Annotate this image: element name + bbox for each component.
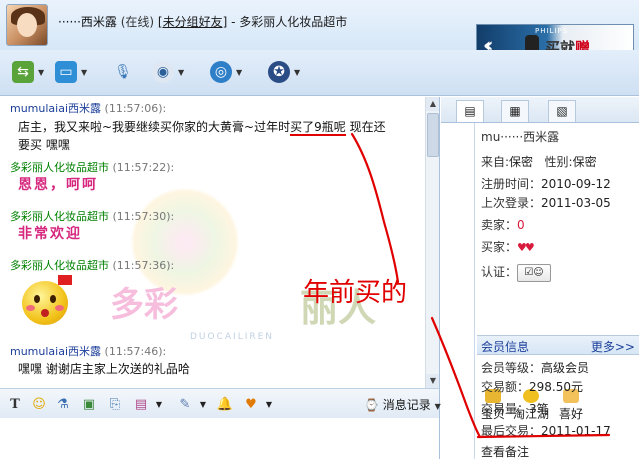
last-trade: 最后交易：2011-01-17 — [481, 424, 611, 438]
report-button[interactable]: ✪ ▼ — [268, 60, 300, 84]
remote-assist-button[interactable]: ◎ ▼ — [210, 60, 242, 84]
remote-icon: ◎ — [210, 61, 232, 83]
tab-goods[interactable]: ▧ — [548, 100, 576, 122]
image-icon[interactable]: ▣ — [80, 396, 98, 414]
message-header: mumulaiai西米露 (11:57:46): — [10, 345, 167, 358]
underlined-phrase: 买了9瓶呢 — [290, 120, 346, 136]
tab-orders[interactable]: ▦ — [501, 100, 529, 122]
window-title: ······西米露 (在线) [未分组好友] - 多彩丽人化妆品超市 — [58, 13, 347, 30]
chevron-down-icon[interactable]: ▼ — [150, 396, 168, 414]
chat-transcript[interactable]: 多彩 丽人 DUOCAILIREN mumulaiai西米露 (11:57:06… — [0, 97, 440, 388]
message-header: 多彩丽人化妆品超市 (11:57:36): — [10, 259, 175, 272]
police-icon: ✪ — [268, 61, 290, 83]
message-text: 店主，我又来啦~我要继续买你家的大黄膏~过年时买了9瓶呢 现在还 要买 嘿嘿 — [18, 120, 386, 152]
message-text: 嘿嘿 谢谢店主家上次送的礼品哈 — [18, 362, 190, 376]
profile-card-icon: ▤ — [464, 104, 476, 118]
input-toolbar: T ☺ ⚗ ▣ ⎘ ▤ ▼ ✎ ▼ 🔔 ♥ ▼ ⌚ 消息记录 ▼ — [0, 388, 441, 418]
profile-from: 来自:保密 性别:保密 — [481, 155, 597, 169]
profile-buyer: 买家：♥♥ — [481, 240, 535, 254]
history-icon: ⌚ — [364, 398, 379, 412]
chevron-down-icon[interactable]: ▼ — [178, 68, 184, 77]
chevron-down-icon[interactable]: ▼ — [294, 68, 300, 77]
quick-phrase-icon[interactable]: ✎ — [176, 396, 194, 414]
profile-seller: 卖家：0 — [481, 218, 525, 232]
album-icon[interactable]: ▤ — [132, 396, 150, 414]
contact-group-link[interactable]: [未分组好友] — [158, 15, 227, 29]
tab-profile[interactable]: ▤ — [456, 100, 484, 122]
chevron-down-icon[interactable]: ▼ — [435, 402, 441, 411]
message-text: 恩恩，呵呵 — [18, 177, 98, 193]
certification-icon[interactable]: ☑☺ — [517, 263, 552, 282]
folder-icon: ▭ — [55, 61, 77, 83]
profile-name: mu······西米露 — [481, 130, 560, 144]
message-header: 多彩丽人化妆品超市 (11:57:30): — [10, 210, 175, 223]
chevron-down-icon[interactable]: ▼ — [81, 68, 87, 77]
side-tabs: ▤ ▦ ▧ — [441, 97, 639, 123]
contact-info-panel: ▤ ▦ ▧ mu······西米露 来自:保密 性别:保密 注册时间：2010-… — [441, 97, 639, 459]
ad-brand: PHILIPS — [535, 27, 569, 35]
chat-window: ······西米露 (在线) [未分组好友] - 多彩丽人化妆品超市 ‹‹ PH… — [0, 0, 639, 459]
view-notes-link[interactable]: 查看备注 — [481, 443, 529, 459]
contact-status: (在线) — [120, 15, 155, 29]
chevron-down-icon[interactable]: ▼ — [260, 396, 278, 414]
flag-icon — [58, 275, 72, 285]
title-bar: ······西米露 (在线) [未分组好友] - 多彩丽人化妆品超市 ‹‹ PH… — [0, 0, 639, 66]
trade-count: 交易量：3笔 — [481, 402, 549, 416]
scroll-down-icon[interactable]: ▼ — [426, 374, 439, 388]
chevron-down-icon[interactable]: ▼ — [38, 68, 44, 77]
mic-icon: 🎙 — [114, 64, 132, 80]
chat-scrollbar[interactable]: ▲ ▼ — [425, 97, 439, 388]
bell-icon[interactable]: 🔔 — [216, 396, 234, 414]
magic-icon[interactable]: ⚗ — [54, 396, 72, 414]
buyer-hearts-icon: ♥♥ — [517, 241, 535, 254]
scroll-thumb[interactable] — [427, 113, 439, 157]
chevron-down-icon[interactable]: ▼ — [194, 396, 212, 414]
profile-last-login: 上次登录：2011-03-05 — [481, 196, 611, 210]
emoticon-icon[interactable]: ☺ — [30, 396, 48, 414]
profile-cert: 认证： ☑☺ — [481, 263, 552, 282]
trade-amount: 交易额：298.50元 — [481, 380, 584, 394]
voice-button[interactable]: 🎙 — [112, 60, 134, 84]
contact-avatar[interactable] — [6, 4, 48, 46]
heart-icon[interactable]: ♥ — [242, 396, 260, 414]
member-info-header: 会员信息 更多>> — [477, 335, 639, 355]
chevron-down-icon[interactable]: ▼ — [236, 68, 242, 77]
video-button[interactable]: ◉ ▼ — [152, 60, 184, 84]
more-link[interactable]: 更多>> — [591, 338, 635, 355]
message-history-button[interactable]: ⌚ 消息记录 ▼ — [364, 396, 441, 413]
screenshot-icon[interactable]: ⎘ — [106, 396, 124, 414]
panel-divider — [474, 123, 475, 459]
profile-register: 注册时间：2010-09-12 — [481, 177, 611, 191]
camera-icon: ◉ — [152, 61, 174, 83]
orders-icon: ▦ — [509, 104, 521, 118]
annotation-text: 年前买的 — [303, 278, 408, 308]
contact-nick: ······西米露 — [58, 15, 117, 29]
transfer-icon: ⇆ — [12, 61, 34, 83]
kiss-emoticon — [22, 281, 68, 325]
member-level: 会员等级：高级会员 — [481, 361, 590, 375]
scroll-up-icon[interactable]: ▲ — [426, 97, 439, 111]
send-folder-button[interactable]: ▭ ▼ — [55, 60, 87, 84]
message-header: mumulaiai西米露 (11:57:06): — [10, 102, 167, 115]
message-header: 多彩丽人化妆品超市 (11:57:22): — [10, 161, 175, 174]
font-icon[interactable]: T — [6, 396, 24, 414]
shop-name: 多彩丽人化妆品超市 — [239, 15, 348, 29]
main-toolbar: ⇆ ▼ ▭ ▼ 🎙 ◉ ▼ ◎ ▼ ✪ ▼ — [0, 50, 639, 96]
message-input[interactable] — [0, 418, 440, 459]
goods-icon: ▧ — [556, 104, 568, 118]
file-transfer-button[interactable]: ⇆ ▼ — [12, 60, 44, 84]
message-text: 非常欢迎 — [18, 226, 82, 242]
